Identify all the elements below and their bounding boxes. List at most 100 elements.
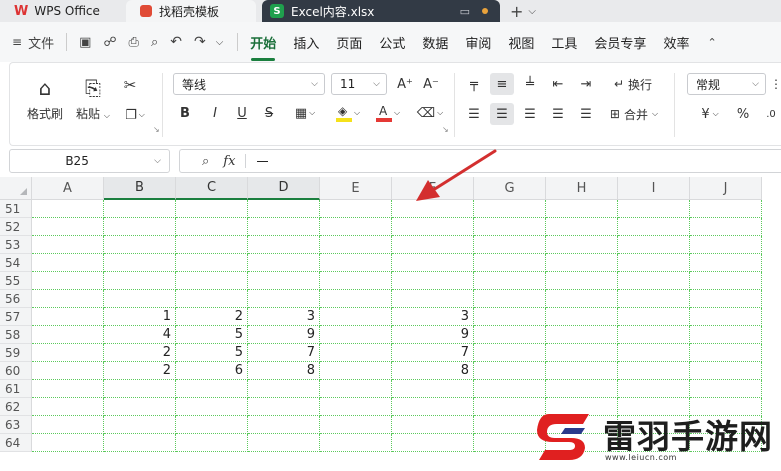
cell-c62[interactable] (176, 398, 248, 416)
cell-d60[interactable]: 8 (248, 362, 320, 380)
cell-h60[interactable] (546, 362, 618, 380)
cell-e54[interactable] (320, 254, 392, 272)
tab-view[interactable]: 视图 (508, 33, 534, 52)
cell-j61[interactable] (690, 380, 762, 398)
cell-g61[interactable] (474, 380, 546, 398)
chevron-down-icon[interactable]: ⌵ (216, 37, 224, 48)
cell-a63[interactable] (32, 416, 104, 434)
zoom-icon[interactable]: ⌕ (202, 154, 209, 169)
cell-c51[interactable] (176, 200, 248, 218)
cell-j58[interactable] (690, 326, 762, 344)
row-header-62[interactable]: 62 (0, 398, 32, 416)
clear-format-button[interactable]: ⌫ ⌵ (412, 101, 448, 125)
cell-c52[interactable] (176, 218, 248, 236)
increase-indent-icon[interactable]: ⇥ (574, 73, 598, 95)
formula-content[interactable]: 一 (256, 153, 268, 170)
currency-button[interactable]: ¥ ⌵ (694, 103, 726, 125)
row-header-63[interactable]: 63 (0, 416, 32, 434)
cell-c60[interactable]: 6 (176, 362, 248, 380)
tab-page[interactable]: 页面 (336, 33, 362, 52)
cell-g55[interactable] (474, 272, 546, 290)
cell-a55[interactable] (32, 272, 104, 290)
strikethrough-icon[interactable]: S (259, 101, 279, 125)
cell-e57[interactable] (320, 308, 392, 326)
cell-h57[interactable] (546, 308, 618, 326)
cell-b61[interactable] (104, 380, 176, 398)
copy-button[interactable]: ❐ ⌵ (118, 103, 152, 127)
cell-d54[interactable] (248, 254, 320, 272)
cell-d51[interactable] (248, 200, 320, 218)
cell-c63[interactable] (176, 416, 248, 434)
cell-a59[interactable] (32, 344, 104, 362)
cell-d61[interactable] (248, 380, 320, 398)
decrease-font-icon[interactable]: A⁻ (420, 73, 442, 95)
cell-h51[interactable] (546, 200, 618, 218)
cell-e53[interactable] (320, 236, 392, 254)
row-header-58[interactable]: 58 (0, 326, 32, 344)
formula-input[interactable]: ⌕ fx 一 (179, 149, 781, 173)
cell-d62[interactable] (248, 398, 320, 416)
cell-e59[interactable] (320, 344, 392, 362)
cell-i60[interactable] (618, 362, 690, 380)
borders-button[interactable]: ▦ ⌵ (288, 101, 322, 125)
cell-b64[interactable] (104, 434, 176, 452)
cell-d64[interactable] (248, 434, 320, 452)
cell-i53[interactable] (618, 236, 690, 254)
font-color-button[interactable]: A ⌵ (370, 101, 406, 125)
cell-h61[interactable] (546, 380, 618, 398)
tab-insert[interactable]: 插入 (293, 33, 319, 52)
cell-h52[interactable] (546, 218, 618, 236)
align-left-icon[interactable]: ☰ (462, 103, 486, 125)
undo-icon[interactable]: ↶ (170, 34, 182, 50)
cell-j56[interactable] (690, 290, 762, 308)
tab-excel-document[interactable]: S Excel内容.xlsx ▭ (262, 0, 500, 22)
decrease-indent-icon[interactable]: ⇤ (546, 73, 570, 95)
row-header-53[interactable]: 53 (0, 236, 32, 254)
file-menu[interactable]: 文件 (28, 33, 54, 52)
cell-f59[interactable]: 7 (392, 344, 474, 362)
cell-h53[interactable] (546, 236, 618, 254)
cell-c59[interactable]: 5 (176, 344, 248, 362)
expand-clipboard-icon[interactable]: ↘ (153, 125, 160, 134)
cell-f58[interactable]: 9 (392, 326, 474, 344)
cell-b59[interactable]: 2 (104, 344, 176, 362)
merge-button[interactable]: ⊞ 合并 ⌵ (602, 103, 666, 125)
cell-i52[interactable] (618, 218, 690, 236)
font-size-select[interactable]: 11 ⌵ (331, 73, 387, 95)
cell-f53[interactable] (392, 236, 474, 254)
column-header-b[interactable]: B (104, 177, 176, 200)
cell-j53[interactable] (690, 236, 762, 254)
chevron-down-icon[interactable]: ⌵ (528, 6, 536, 17)
cell-e62[interactable] (320, 398, 392, 416)
decimal-icon[interactable]: .0 (762, 103, 780, 125)
cell-a54[interactable] (32, 254, 104, 272)
cell-e61[interactable] (320, 380, 392, 398)
cell-a60[interactable] (32, 362, 104, 380)
column-header-j[interactable]: J (690, 177, 762, 200)
column-header-c[interactable]: C (176, 177, 248, 200)
chevron-down-icon[interactable]: ⌵ (154, 156, 161, 166)
bold-icon[interactable]: B (175, 101, 195, 125)
format-painter-button[interactable]: ⌂ 格式刷 (22, 71, 68, 127)
cell-i55[interactable] (618, 272, 690, 290)
cell-c61[interactable] (176, 380, 248, 398)
cell-a51[interactable] (32, 200, 104, 218)
redo-icon[interactable]: ↷ (194, 34, 206, 50)
cell-e60[interactable] (320, 362, 392, 380)
cell-c56[interactable] (176, 290, 248, 308)
row-header-55[interactable]: 55 (0, 272, 32, 290)
cell-f54[interactable] (392, 254, 474, 272)
cell-a53[interactable] (32, 236, 104, 254)
cell-f51[interactable] (392, 200, 474, 218)
tab-review[interactable]: 审阅 (465, 33, 491, 52)
column-header-i[interactable]: I (618, 177, 690, 200)
cell-e52[interactable] (320, 218, 392, 236)
tab-efficiency[interactable]: 效率 (663, 33, 689, 52)
cell-b53[interactable] (104, 236, 176, 254)
tab-wps-office[interactable]: W WPS Office (0, 0, 118, 22)
cell-g52[interactable] (474, 218, 546, 236)
cell-h54[interactable] (546, 254, 618, 272)
cell-f52[interactable] (392, 218, 474, 236)
cell-g59[interactable] (474, 344, 546, 362)
cell-a62[interactable] (32, 398, 104, 416)
